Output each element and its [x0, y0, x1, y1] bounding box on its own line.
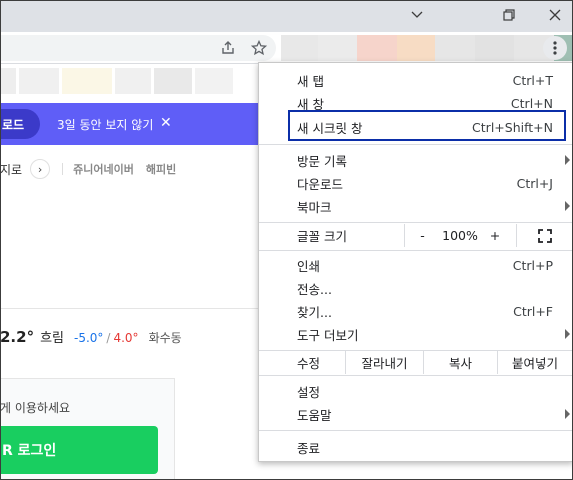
- extension-icon[interactable]: [435, 35, 475, 61]
- star-icon[interactable]: [248, 37, 270, 59]
- divider: [0, 308, 258, 309]
- menu-separator: [259, 144, 572, 145]
- menu-item-find[interactable]: 찾기... Ctrl+F: [259, 300, 572, 323]
- naver-login-button[interactable]: R 로그인: [0, 426, 158, 474]
- high-temperature: 4.0°: [113, 331, 139, 345]
- paste-button[interactable]: 붙여넣기: [497, 351, 572, 374]
- menu-item-label: 북마크: [297, 200, 332, 215]
- edit-row: 수정 잘라내기 복사 붙여넣기: [259, 351, 572, 374]
- download-button[interactable]: 로드: [0, 109, 40, 139]
- nav-link-happybean[interactable]: 해피빈: [146, 161, 176, 177]
- fullscreen-button[interactable]: [516, 224, 572, 247]
- zoom-label: 글꼴 크기: [297, 229, 347, 244]
- submenu-arrow-icon: [565, 201, 570, 211]
- weather-location: 화수동: [148, 331, 182, 345]
- menu-item-cast[interactable]: 전송...: [259, 277, 572, 300]
- submenu-arrow-icon: [565, 155, 570, 165]
- extension-icon[interactable]: [475, 35, 514, 61]
- more-menu-button[interactable]: [543, 36, 567, 60]
- zoom-in-button[interactable]: +: [480, 224, 510, 247]
- menu-item-print[interactable]: 인쇄 Ctrl+P: [259, 254, 572, 277]
- menu-separator: [259, 222, 572, 223]
- extension-icon[interactable]: [318, 35, 357, 61]
- nav-item[interactable]: 지로: [0, 161, 22, 178]
- menu-item-label: 도움말: [297, 408, 332, 423]
- menu-item-label: 종료: [297, 441, 321, 456]
- chevron-down-icon: [411, 11, 423, 18]
- cut-button[interactable]: 잘라내기: [345, 351, 423, 374]
- service-nav: 지로 › 쥬니어네이버 해피빈: [0, 158, 188, 180]
- browser-toolbar: [0, 32, 573, 64]
- more-vertical-icon: [553, 41, 557, 55]
- menu-item-label: 다운로드: [297, 177, 344, 192]
- divider: [62, 163, 64, 175]
- menu-item-more-tools[interactable]: 도구 더보기: [259, 323, 572, 346]
- menu-item-label: 새 탭: [297, 74, 324, 89]
- submenu-arrow-icon: [565, 329, 570, 339]
- menu-item-shortcut: Ctrl+P: [512, 258, 553, 273]
- extension-icon[interactable]: [357, 35, 397, 61]
- menu-item-new-tab[interactable]: 새 탭 Ctrl+T: [259, 69, 572, 92]
- zoom-out-button[interactable]: -: [404, 224, 440, 247]
- highlight-box: [288, 110, 566, 141]
- fullscreen-icon: [537, 228, 552, 243]
- extension-icon[interactable]: [397, 35, 435, 61]
- hide-3-days-link[interactable]: 3일 동안 보지 않기: [57, 116, 153, 133]
- menu-item-help[interactable]: 도움말: [259, 403, 572, 426]
- nav-link-junior[interactable]: 쥬니어네이버: [73, 161, 134, 177]
- menu-item-history[interactable]: 방문 기록: [259, 149, 572, 172]
- menu-item-label: 인쇄: [297, 259, 321, 274]
- chrome-main-menu: 새 탭 Ctrl+T 새 창 Ctrl+N 새 시크릿 창 Ctrl+Shift…: [258, 62, 573, 462]
- temperature-separator: /: [106, 331, 111, 345]
- login-hint: 게 이용하세요: [0, 401, 71, 415]
- extension-icons: [281, 35, 573, 61]
- close-icon: [549, 9, 561, 21]
- menu-separator: [259, 375, 572, 376]
- edit-label: 수정: [297, 356, 321, 371]
- low-temperature: -5.0°: [74, 331, 104, 345]
- menu-item-label: 도구 더보기: [297, 328, 359, 343]
- weather-widget[interactable]: 2.2° 흐림 -5.0° / 4.0° 화수동: [0, 327, 182, 349]
- chevron-right-icon[interactable]: ›: [30, 159, 51, 179]
- title-bar: [0, 0, 573, 32]
- menu-item-exit[interactable]: 종료: [259, 436, 572, 459]
- restore-icon: [503, 9, 515, 21]
- zoom-level: 100%: [442, 228, 478, 243]
- close-icon[interactable]: ✕: [160, 116, 172, 130]
- menu-item-shortcut: Ctrl+F: [513, 304, 553, 319]
- menu-item-label: 설정: [297, 385, 321, 400]
- menu-item-downloads[interactable]: 다운로드 Ctrl+J: [259, 172, 572, 195]
- copy-button[interactable]: 복사: [423, 351, 497, 374]
- menu-separator: [259, 250, 572, 251]
- menu-item-label: 찾기...: [297, 305, 332, 320]
- minimize-button[interactable]: [394, 0, 440, 30]
- menu-item-shortcut: Ctrl+T: [512, 73, 553, 88]
- menu-item-label: 전송...: [297, 282, 332, 297]
- submenu-arrow-icon: [565, 409, 570, 419]
- menu-item-bookmarks[interactable]: 북마크: [259, 195, 572, 218]
- share-icon[interactable]: [217, 37, 239, 59]
- menu-item-shortcut: Ctrl+J: [516, 176, 553, 191]
- close-button[interactable]: [532, 0, 573, 30]
- zoom-row: 글꼴 크기 - 100% +: [259, 224, 572, 247]
- blurred-shortcuts: [0, 68, 236, 94]
- menu-item-label: 방문 기록: [297, 154, 347, 169]
- menu-item-settings[interactable]: 설정: [259, 380, 572, 403]
- extension-icon[interactable]: [281, 35, 318, 61]
- menu-separator: [259, 430, 572, 431]
- restore-button[interactable]: [486, 0, 532, 30]
- weather-condition: 흐림: [40, 331, 64, 346]
- current-temperature: 2.2°: [0, 328, 35, 346]
